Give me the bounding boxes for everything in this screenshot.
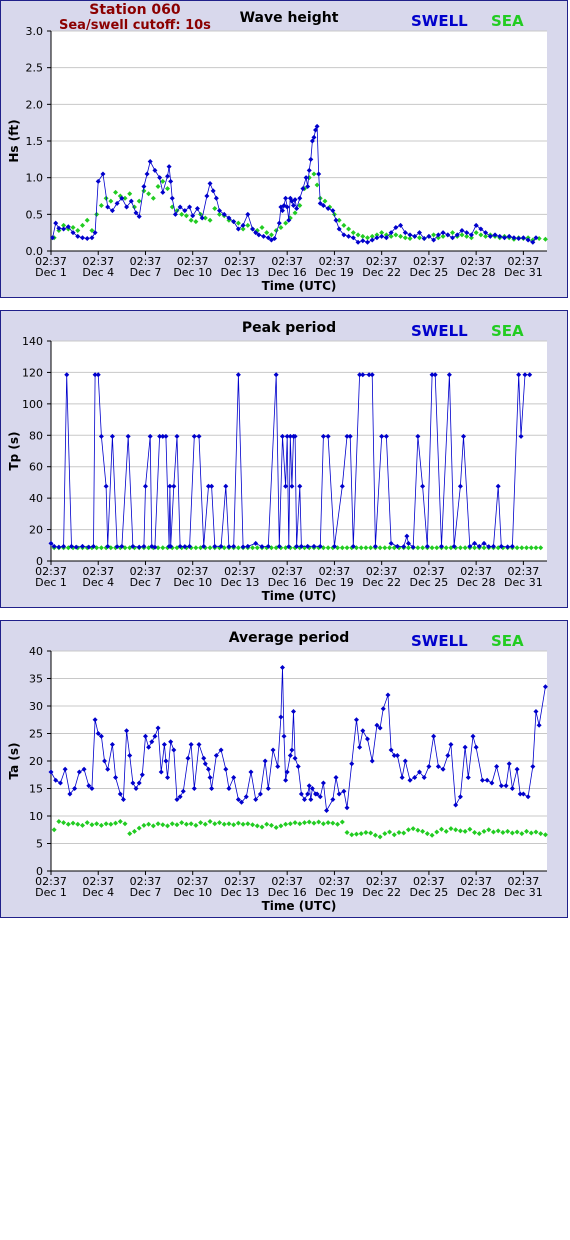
legend-sea: SEA — [491, 322, 524, 340]
chart-title: Average period — [229, 630, 350, 646]
chart-title: Peak period — [242, 320, 336, 336]
x-tick-label: Dec 1 — [35, 576, 67, 589]
y-tick-label: 120 — [22, 366, 43, 379]
x-tick-label: Dec 4 — [82, 266, 114, 279]
x-tick-label: Dec 16 — [268, 266, 307, 279]
cutoff-label: Sea/swell cutoff: 10s — [59, 18, 211, 33]
x-tick-label: Dec 10 — [173, 266, 212, 279]
y-tick-label: 60 — [29, 461, 43, 474]
x-tick-label: Dec 13 — [221, 886, 260, 899]
y-tick-label: 20 — [29, 755, 43, 768]
legend-swell: SWELL — [411, 12, 468, 30]
x-tick-label: Dec 28 — [457, 576, 496, 589]
x-tick-label: Dec 31 — [504, 266, 543, 279]
x-tick-label: Dec 7 — [130, 576, 162, 589]
x-tick-label: Dec 1 — [35, 266, 67, 279]
y-tick-label: 140 — [22, 335, 43, 348]
x-axis-label: Time (UTC) — [262, 589, 337, 603]
y-tick-label: 40 — [29, 492, 43, 505]
x-tick-label: Dec 13 — [221, 576, 260, 589]
x-tick-label: Dec 25 — [410, 576, 449, 589]
y-tick-label: 3.0 — [26, 25, 44, 38]
x-tick-label: Dec 19 — [315, 886, 354, 899]
y-tick-label: 2.0 — [26, 98, 44, 111]
y-tick-label: 20 — [29, 524, 43, 537]
x-tick-label: Dec 7 — [130, 266, 162, 279]
average-period-panel: 0 5 10 15 20 25 30 35 40 02:37 Dec 1 02:37 Dec 4 02:3… — [0, 620, 568, 918]
y-tick-label: 10 — [29, 810, 43, 823]
wave-height-chart: 0.00.51.01.52.02.53.002:37Dec 102:37Dec … — [7, 10, 548, 293]
x-tick-label: Dec 22 — [362, 886, 401, 899]
y-tick-label: 40 — [29, 645, 43, 658]
legend-swell: SWELL — [411, 632, 468, 650]
y-tick-label: 35 — [29, 673, 43, 686]
plot-area — [51, 341, 547, 561]
average-period-chart: 051015202530354002:37Dec 102:37Dec 402:3… — [7, 630, 548, 913]
y-tick-label: 1.0 — [26, 172, 44, 185]
y-tick-label: 100 — [22, 398, 43, 411]
peak-period-chart: 02040608010012014002:37Dec 102:37Dec 402… — [7, 320, 547, 603]
x-tick-label: Dec 16 — [268, 576, 307, 589]
x-tick-label: Dec 19 — [315, 576, 354, 589]
y-axis-label: Hs (ft) — [7, 119, 21, 162]
x-tick-label: Dec 10 — [173, 576, 212, 589]
x-tick-label: Dec 25 — [410, 886, 449, 899]
y-tick-label: 2.5 — [26, 62, 44, 75]
x-tick-label: Dec 28 — [457, 266, 496, 279]
x-tick-label: Dec 1 — [35, 886, 67, 899]
wave-height-panel: 0.0 0.5 1.0 1.5 2.0 2.5 3.0 02:37 Dec 1 02:37 Dec … — [0, 0, 568, 298]
y-axis-label: Ta (s) — [7, 742, 21, 779]
x-tick-label: Dec 22 — [362, 576, 401, 589]
x-tick-label: Dec 4 — [82, 576, 114, 589]
x-tick-label: Dec 16 — [268, 886, 307, 899]
y-tick-label: 30 — [29, 700, 43, 713]
y-tick-label: 0.5 — [26, 208, 44, 221]
x-tick-label: Dec 22 — [362, 266, 401, 279]
x-axis-label: Time (UTC) — [262, 899, 337, 913]
x-tick-label: Dec 10 — [173, 886, 212, 899]
y-tick-label: 80 — [29, 429, 43, 442]
x-tick-label: Dec 31 — [504, 576, 543, 589]
x-tick-label: Dec 28 — [457, 886, 496, 899]
y-tick-label: 1.5 — [26, 135, 44, 148]
y-tick-label: 15 — [29, 783, 43, 796]
y-tick-label: 25 — [29, 728, 43, 741]
x-tick-label: Dec 4 — [82, 886, 114, 899]
station-label: Station 060 Sea/swell cutoff: 10s — [59, 2, 211, 34]
chart-title: Wave height — [240, 10, 339, 26]
x-tick-label: Dec 7 — [130, 886, 162, 899]
x-tick-label: Dec 25 — [410, 266, 449, 279]
legend-sea: SEA — [491, 632, 524, 650]
y-axis-label: Tp (s) — [7, 431, 21, 470]
x-axis-label: Time (UTC) — [262, 279, 337, 293]
legend-swell: SWELL — [411, 322, 468, 340]
x-tick-label: Dec 31 — [504, 886, 543, 899]
peak-period-panel: 0 20 40 60 80 100 120 140 02:37 Dec 1 02:37 Dec 4 02… — [0, 310, 568, 608]
x-tick-label: Dec 13 — [221, 266, 260, 279]
x-tick-label: Dec 19 — [315, 266, 354, 279]
station-name: Station 060 — [89, 2, 181, 18]
legend-sea: SEA — [491, 12, 524, 30]
y-tick-label: 5 — [36, 838, 43, 851]
